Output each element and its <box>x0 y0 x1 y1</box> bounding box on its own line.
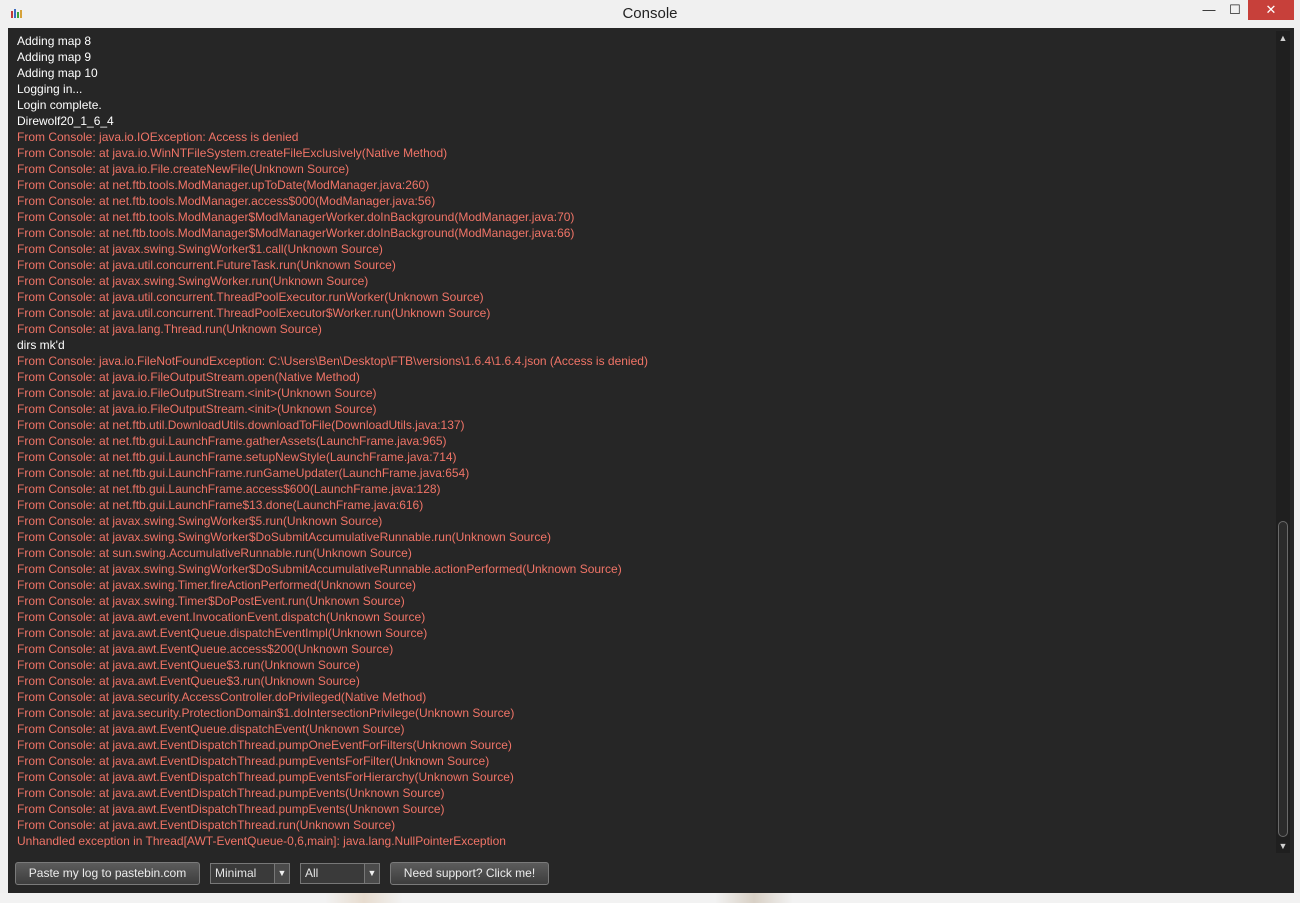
console-window: Console — ☐ ✕ Adding map 8 Adding map 9 Ad… <box>0 0 1300 903</box>
log-line: From Console: at java.awt.EventQueue.dis… <box>17 722 405 736</box>
log-line: From Console: at java.awt.EventDispatchT… <box>17 738 512 752</box>
title-bar[interactable]: Console — ☐ ✕ <box>0 0 1300 28</box>
log-line: From Console: at java.awt.EventDispatchT… <box>17 786 445 800</box>
log-line: From Console: at java.util.concurrent.Th… <box>17 306 491 320</box>
log-line: From Console: at java.io.FileOutputStrea… <box>17 402 377 416</box>
scroll-thumb[interactable] <box>1278 521 1288 837</box>
log-line: From Console: at java.awt.EventDispatchT… <box>17 818 396 832</box>
log-line: From Console: at java.io.WinNTFileSystem… <box>17 146 448 160</box>
maximize-button[interactable]: ☐ <box>1222 0 1248 20</box>
vertical-scrollbar[interactable]: ▲ ▼ <box>1276 31 1290 853</box>
log-line: From Console: at java.io.FileOutputStrea… <box>17 386 377 400</box>
close-button[interactable]: ✕ <box>1248 0 1294 20</box>
log-level-select[interactable]: Minimal ▼ <box>210 863 290 884</box>
log-line: Adding map 10 <box>17 66 98 80</box>
log-line: Direwolf20_1_6_4 <box>17 114 114 128</box>
log-line: From Console: at java.security.AccessCon… <box>17 690 427 704</box>
log-line: From Console: at java.awt.EventDispatchT… <box>17 770 514 784</box>
log-line: From Console: at javax.swing.SwingWorker… <box>17 562 622 576</box>
console-panel: Adding map 8 Adding map 9 Adding map 10 Log… <box>8 28 1294 893</box>
log-line: From Console: at net.ftb.tools.ModManage… <box>17 226 575 240</box>
log-line: From Console: at net.ftb.gui.LaunchFrame… <box>17 450 457 464</box>
log-line: From Console: at javax.swing.SwingWorker… <box>17 530 552 544</box>
log-line: From Console: at java.io.FileOutputStrea… <box>17 370 360 384</box>
log-line: Adding map 8 <box>17 34 92 48</box>
log-line: From Console: at java.lang.Thread.run(Un… <box>17 322 322 336</box>
scroll-up-icon[interactable]: ▲ <box>1276 31 1290 45</box>
log-level-value: Minimal <box>215 866 257 880</box>
log-line: From Console: at javax.swing.SwingWorker… <box>17 242 383 256</box>
log-line: From Console: at javax.swing.SwingWorker… <box>17 514 383 528</box>
log-line: From Console: at javax.swing.Timer$DoPos… <box>17 594 405 608</box>
log-line: From Console: java.io.FileNotFoundExcept… <box>17 354 648 368</box>
log-line: From Console: at java.util.concurrent.Fu… <box>17 258 396 272</box>
log-line: From Console: at java.awt.EventQueue.acc… <box>17 642 394 656</box>
chevron-down-icon: ▼ <box>274 864 289 883</box>
log-line: From Console: at javax.swing.SwingWorker… <box>17 274 369 288</box>
log-line: From Console: at java.awt.EventQueue$3.r… <box>17 674 360 688</box>
minimize-button[interactable]: — <box>1196 0 1222 20</box>
scroll-down-icon[interactable]: ▼ <box>1276 839 1290 853</box>
log-line: From Console: at net.ftb.gui.LaunchFrame… <box>17 482 441 496</box>
need-support-button[interactable]: Need support? Click me! <box>390 862 549 885</box>
log-output[interactable]: Adding map 8 Adding map 9 Adding map 10 Log… <box>8 32 1274 852</box>
paste-to-pastebin-button[interactable]: Paste my log to pastebin.com <box>15 862 200 885</box>
window-title: Console <box>622 5 678 22</box>
log-line: From Console: at sun.swing.AccumulativeR… <box>17 546 412 560</box>
log-line: From Console: at java.awt.EventDispatchT… <box>17 754 490 768</box>
console-toolbar: Paste my log to pastebin.com Minimal ▼ A… <box>8 856 1294 893</box>
log-line: From Console: at java.awt.EventQueue.dis… <box>17 626 428 640</box>
desktop-background-strip <box>0 893 1300 903</box>
log-line: From Console: at javax.swing.Timer.fireA… <box>17 578 417 592</box>
log-source-value: All <box>305 866 319 880</box>
log-line: From Console: at net.ftb.gui.LaunchFrame… <box>17 466 470 480</box>
log-line: From Console: at java.io.File.createNewF… <box>17 162 350 176</box>
log-line: From Console: at net.ftb.util.DownloadUt… <box>17 418 465 432</box>
log-line: Logging in... <box>17 82 83 96</box>
scroll-track[interactable] <box>1278 47 1288 837</box>
log-line: Login complete. <box>17 98 102 112</box>
log-line: From Console: at java.awt.event.Invocati… <box>17 610 426 624</box>
log-line: From Console: at java.awt.EventQueue$3.r… <box>17 658 360 672</box>
log-line: From Console: at net.ftb.gui.LaunchFrame… <box>17 434 447 448</box>
log-line: From Console: at net.ftb.gui.LaunchFrame… <box>17 498 424 512</box>
log-line: From Console: at java.security.Protectio… <box>17 706 515 720</box>
log-line: From Console: at java.util.concurrent.Th… <box>17 290 484 304</box>
log-line: From Console: at net.ftb.tools.ModManage… <box>17 178 430 192</box>
chevron-down-icon: ▼ <box>364 864 379 883</box>
log-line: From Console: at net.ftb.tools.ModManage… <box>17 194 436 208</box>
log-source-select[interactable]: All ▼ <box>300 863 380 884</box>
log-line: From Console: java.io.IOException: Acces… <box>17 130 299 144</box>
log-line: From Console: at net.ftb.tools.ModManage… <box>17 210 575 224</box>
log-line: From Console: at java.awt.EventDispatchT… <box>17 802 445 816</box>
log-line: dirs mk'd <box>17 338 65 352</box>
log-line: Adding map 9 <box>17 50 92 64</box>
log-line: Unhandled exception in Thread[AWT-EventQ… <box>17 834 506 848</box>
